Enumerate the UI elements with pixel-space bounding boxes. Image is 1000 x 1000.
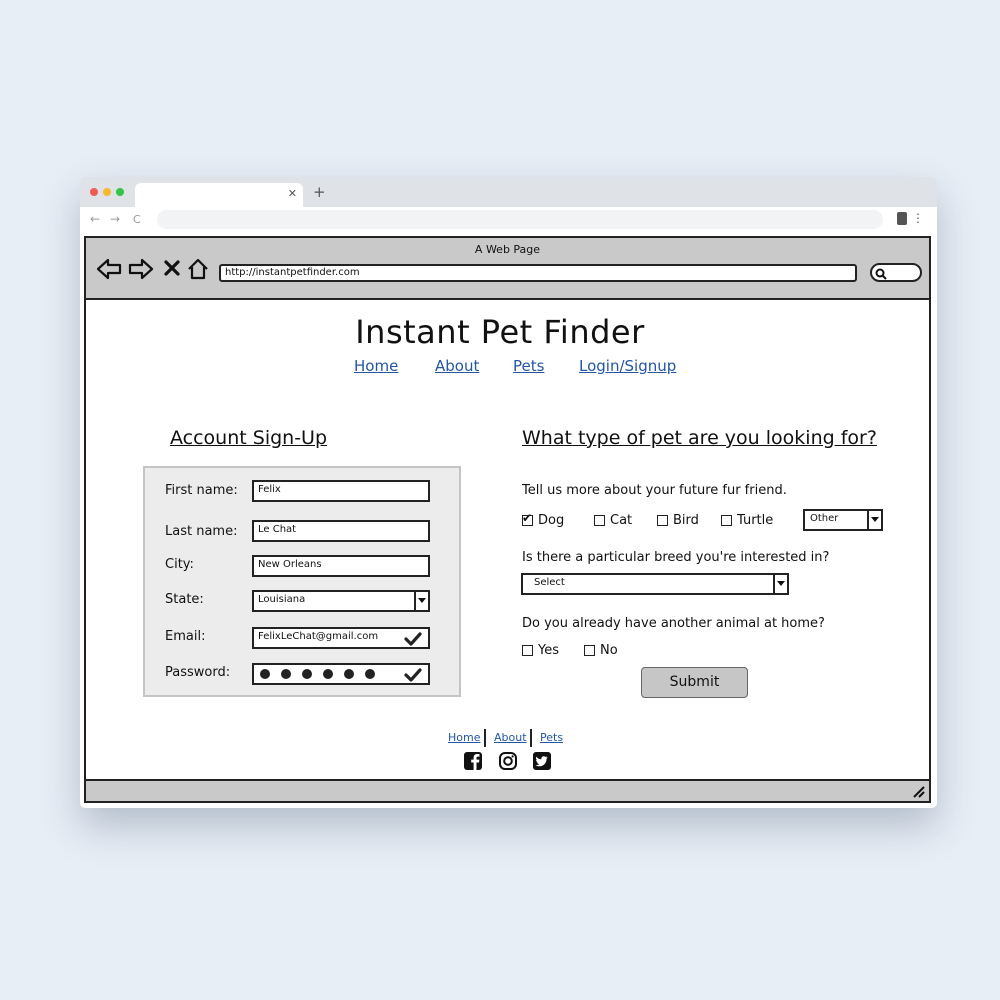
turtle-checkbox[interactable]: Turtle xyxy=(721,513,773,528)
checkbox-box[interactable] xyxy=(522,645,533,656)
password-input[interactable] xyxy=(252,663,430,685)
email-input[interactable]: FelixLeChat@gmail.com xyxy=(252,627,430,649)
password-dot xyxy=(281,669,291,679)
yes-label: Yes xyxy=(538,643,559,658)
first-name-input[interactable]: Felix xyxy=(252,480,430,502)
yes-checkbox[interactable]: Yes xyxy=(522,643,559,658)
state-select[interactable]: Louisiana xyxy=(252,590,430,612)
first-name-label: First name: xyxy=(165,483,238,498)
nav-home-link[interactable]: Home xyxy=(354,357,398,375)
checkbox-box[interactable] xyxy=(522,511,533,526)
password-dot xyxy=(344,669,354,679)
password-mask xyxy=(260,669,375,679)
checkbox-box[interactable] xyxy=(594,515,605,526)
last-name-input[interactable]: Le Chat xyxy=(252,520,430,542)
pet-heading: What type of pet are you looking for? xyxy=(522,427,877,449)
no-label: No xyxy=(600,643,618,658)
dog-label: Dog xyxy=(538,513,565,528)
resize-handle-icon[interactable] xyxy=(911,784,925,798)
browser-tab[interactable]: ✕ xyxy=(135,183,303,207)
city-input[interactable]: New Orleans xyxy=(252,555,430,577)
other-animal-prompt: Do you already have another animal at ho… xyxy=(522,616,825,631)
footer-pets-link[interactable]: Pets xyxy=(540,731,563,744)
chevron-down-icon[interactable] xyxy=(414,592,428,610)
search-icon xyxy=(875,268,887,280)
extension-icon[interactable] xyxy=(897,212,907,225)
signup-heading: Account Sign-Up xyxy=(170,427,328,449)
last-name-label: Last name: xyxy=(165,524,238,539)
checkbox-box[interactable] xyxy=(584,645,595,656)
valid-check-icon xyxy=(404,668,422,682)
valid-check-icon xyxy=(404,632,422,646)
bird-label: Bird xyxy=(673,513,699,528)
new-tab-icon[interactable]: + xyxy=(313,183,326,201)
footer-divider xyxy=(530,729,532,747)
password-dot xyxy=(260,669,270,679)
submit-button[interactable]: Submit xyxy=(641,667,748,698)
fur-friend-prompt: Tell us more about your future fur frien… xyxy=(522,483,787,498)
back-arrow-icon[interactable] xyxy=(96,258,122,280)
email-value: FelixLeChat@gmail.com xyxy=(258,631,379,642)
minimize-window-dot[interactable] xyxy=(103,188,111,196)
browser-forward-icon[interactable]: → xyxy=(110,212,120,226)
dog-checkbox[interactable]: Dog xyxy=(522,511,565,528)
footer-home-link[interactable]: Home xyxy=(448,731,480,744)
browser-address-bar[interactable] xyxy=(157,210,883,229)
password-label: Password: xyxy=(165,665,231,680)
chevron-down-icon[interactable] xyxy=(773,575,787,593)
state-select-value: Louisiana xyxy=(258,594,306,605)
city-label: City: xyxy=(165,557,194,572)
nav-about-link[interactable]: About xyxy=(435,357,479,375)
password-dot xyxy=(302,669,312,679)
nav-pets-link[interactable]: Pets xyxy=(513,357,544,375)
forward-arrow-icon[interactable] xyxy=(128,258,154,280)
wireframe-status-bar xyxy=(86,779,929,801)
cat-label: Cat xyxy=(610,513,633,528)
wireframe-window-title: A Web Page xyxy=(474,243,541,256)
password-dot xyxy=(365,669,375,679)
breed-select-value: Select xyxy=(534,577,565,588)
no-checkbox[interactable]: No xyxy=(584,643,618,658)
turtle-label: Turtle xyxy=(737,513,774,528)
maximize-window-dot[interactable] xyxy=(116,188,124,196)
checkbox-box[interactable] xyxy=(657,515,668,526)
email-label: Email: xyxy=(165,629,206,644)
home-icon[interactable] xyxy=(187,258,209,280)
state-label: State: xyxy=(165,592,204,607)
wireframe-url-input[interactable]: http://instantpetfinder.com xyxy=(219,264,857,282)
tab-close-icon[interactable]: ✕ xyxy=(288,187,297,200)
footer-divider xyxy=(484,729,486,747)
footer-about-link[interactable]: About xyxy=(494,731,527,744)
instagram-icon[interactable] xyxy=(498,751,518,771)
page-title: Instant Pet Finder xyxy=(355,313,645,351)
close-window-dot[interactable] xyxy=(90,188,98,196)
chevron-down-icon[interactable] xyxy=(867,511,881,529)
password-dot xyxy=(323,669,333,679)
breed-prompt: Is there a particular breed you're inter… xyxy=(522,550,830,565)
nav-login-signup-link[interactable]: Login/Signup xyxy=(579,357,676,375)
browser-toolbar: ← → C ⋮ xyxy=(80,207,937,233)
browser-back-icon[interactable]: ← xyxy=(90,212,100,226)
twitter-icon[interactable] xyxy=(532,751,552,771)
browser-menu-icon[interactable]: ⋮ xyxy=(912,211,924,225)
facebook-icon[interactable] xyxy=(463,751,483,771)
wireframe-search-field[interactable] xyxy=(870,263,922,282)
wireframe-toolbar: A Web Page http://instantpetfinder.com xyxy=(86,238,929,300)
other-pet-select-value: Other xyxy=(810,513,839,524)
other-pet-select[interactable]: Other xyxy=(803,509,883,531)
browser-tab-bar: ✕ + xyxy=(80,177,937,207)
checkbox-box[interactable] xyxy=(721,515,732,526)
browser-reload-icon[interactable]: C xyxy=(133,213,141,226)
breed-select[interactable]: Select xyxy=(521,573,789,595)
stop-icon[interactable] xyxy=(164,260,180,276)
cat-checkbox[interactable]: Cat xyxy=(594,513,632,528)
bird-checkbox[interactable]: Bird xyxy=(657,513,699,528)
